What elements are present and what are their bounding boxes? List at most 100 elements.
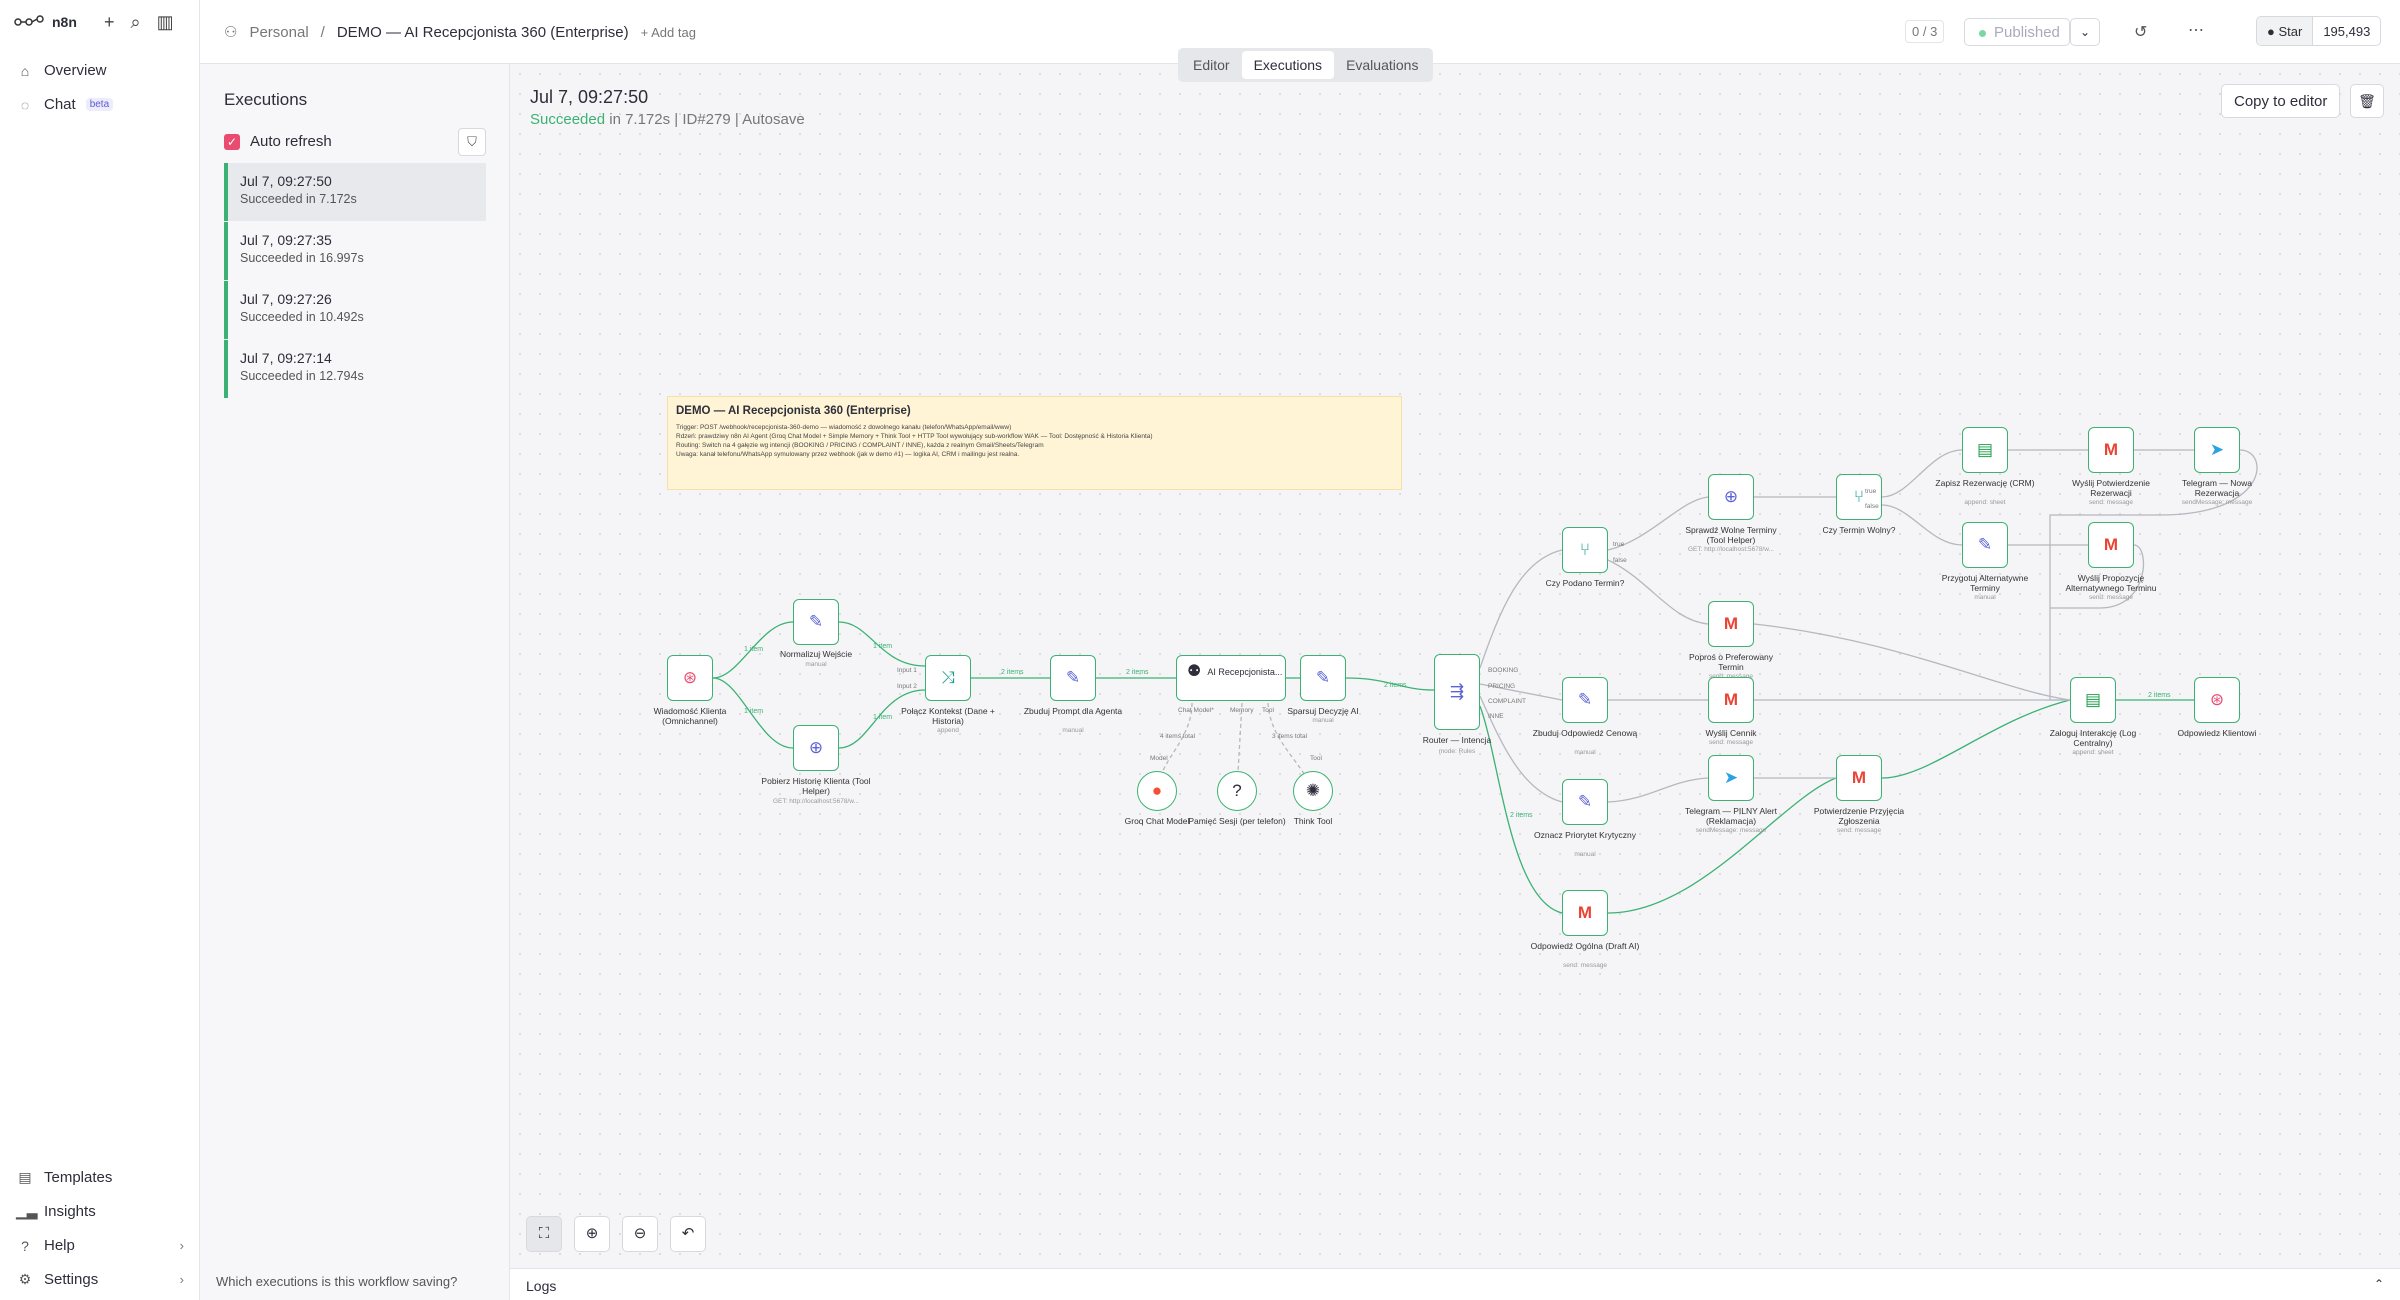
publish-dropdown[interactable]: ⌄ (2070, 18, 2100, 46)
published-button[interactable]: Published (1964, 18, 2070, 46)
reset-zoom-button[interactable]: ↶ (670, 1216, 706, 1252)
webhook-node[interactable]: ⊛ (667, 655, 713, 701)
add-tag-button[interactable]: + Add tag (641, 25, 696, 40)
send-confirmation-node[interactable]: M (2088, 427, 2134, 473)
execution-time: Jul 7, 09:27:26 (240, 291, 332, 307)
zoom-in-button[interactable]: ⊕ (574, 1216, 610, 1252)
merge-node[interactable]: ⤨ (925, 655, 971, 701)
general-reply-node[interactable]: M (1562, 890, 1608, 936)
tab-editor[interactable]: Editor (1181, 51, 1242, 79)
auto-refresh-toggle[interactable]: ✓ Auto refresh (224, 133, 332, 150)
node-subtitle: manual (805, 661, 827, 668)
node-label: Sparsuj Decyzję AI (1287, 706, 1359, 716)
more-icon[interactable]: ⋯ (2188, 20, 2204, 40)
tab-executions[interactable]: Executions (1241, 51, 1335, 79)
sidebar-item-help[interactable]: ? Help › (10, 1231, 190, 1260)
edge-label: 1 item (873, 714, 893, 721)
execution-item[interactable]: Jul 7, 09:27:35 Succeeded in 16.997s (224, 222, 486, 280)
prepare-alternatives-node[interactable]: ✎ (1962, 522, 2008, 568)
edge-label: 3 items total (1272, 733, 1308, 740)
execution-item[interactable]: Jul 7, 09:27:50 Succeeded in 7.172s (224, 163, 486, 221)
zoom-out-button[interactable]: ⊖ (622, 1216, 658, 1252)
github-star-count: 195,493 (2323, 24, 2371, 39)
ai-agent-node[interactable]: ⚉ AI Recepcjonista... (1176, 655, 1286, 701)
execution-item[interactable]: Jul 7, 09:27:26 Succeeded in 10.492s (224, 281, 486, 339)
prompt-node[interactable]: ✎ (1050, 655, 1096, 701)
edge-label: false (1613, 557, 1627, 564)
chevron-right-icon: › (179, 1238, 184, 1253)
status-dot (1979, 30, 1986, 37)
groq-node[interactable]: ● (1137, 771, 1177, 811)
sidebar-item-label: Chat (44, 96, 76, 113)
if-icon: ⑂ (1853, 487, 1865, 506)
note-line: Routing: Switch na 4 gałęzie wg intencji… (676, 442, 1044, 449)
node-label: Zbuduj Prompt dla Agenta (1023, 706, 1123, 716)
telegram-alert-node[interactable]: ➤ (1708, 755, 1754, 801)
check-slots-node[interactable]: ⊕ (1708, 474, 1754, 520)
sidebar-item-templates[interactable]: ▤ Templates (10, 1163, 190, 1192)
sticky-note[interactable]: DEMO — AI Recepcjonista 360 (Enterprise)… (667, 396, 1402, 490)
sidebar-item-chat[interactable]: ◌ Chat beta (10, 90, 190, 119)
checkbox-checked-icon[interactable]: ✓ (224, 133, 240, 150)
edge-label: Chat Model* (1178, 707, 1214, 714)
execution-item[interactable]: Jul 7, 09:27:14 Succeeded in 12.794s (224, 340, 486, 398)
n8n-logo-icon (14, 15, 44, 26)
memory-node[interactable]: ? (1217, 771, 1257, 811)
confirm-report-node[interactable]: M (1836, 755, 1882, 801)
add-icon[interactable]: + (104, 12, 115, 33)
send-alternative-node[interactable]: M (2088, 522, 2134, 568)
if-term-node[interactable]: ⑂ (1562, 527, 1608, 573)
execution-status: Succeeded in 10.492s (240, 310, 364, 324)
github-star-button[interactable]: ● Star 195,493 (2256, 16, 2382, 46)
workflow-name[interactable]: DEMO — AI Recepcjonista 360 (Enterprise) (337, 24, 629, 41)
sidebar-item-insights[interactable]: ▁▃ Insights (10, 1197, 190, 1226)
fit-view-button[interactable]: ⛶ (526, 1216, 562, 1252)
history-node[interactable]: ⊕ (793, 725, 839, 771)
save-reservation-node[interactable]: ▤ (1962, 427, 2008, 473)
copy-to-editor-button[interactable]: Copy to editor (2221, 84, 2341, 118)
execution-status: Succeeded in 16.997s (240, 251, 364, 265)
user-icon: ⚇ (224, 24, 238, 41)
edge-label: PRICING (1488, 683, 1516, 690)
tab-evaluations[interactable]: Evaluations (1334, 51, 1430, 79)
think-tool-node[interactable]: ✺ (1293, 771, 1333, 811)
edit-icon: ✎ (808, 612, 824, 631)
question-icon: ? (1232, 781, 1242, 800)
note-line: Trigger: POST /webhook/recepcjonista-360… (676, 424, 1012, 431)
which-executions-saving[interactable]: Which executions is this workflow saving… (216, 1274, 548, 1290)
normalize-node[interactable]: ✎ (793, 599, 839, 645)
edge-label: 1 item (744, 646, 764, 653)
n8n-logo[interactable]: n8n (14, 14, 77, 30)
telegram-new-node[interactable]: ➤ (2194, 427, 2240, 473)
node-label: AI Recepcjonista... (1207, 667, 1283, 677)
if-free-node[interactable]: ⑂ (1836, 474, 1882, 520)
sidebar-item-label: Help (44, 1237, 75, 1254)
collapse-sidebar-icon[interactable]: ▥ (157, 12, 174, 33)
node-subtitle: manual (1312, 717, 1334, 724)
filter-button[interactable]: ⛉ (458, 128, 486, 156)
respond-node[interactable]: ⊛ (2194, 677, 2240, 723)
chevron-up-icon[interactable]: ⌃ (2374, 1277, 2384, 1291)
logs-panel[interactable]: Logs ⌃ (510, 1268, 2400, 1300)
sidebar-item-overview[interactable]: ⌂ Overview (10, 56, 190, 85)
parse-node[interactable]: ✎ (1300, 655, 1346, 701)
node-label: Pobierz Historię Klienta (Tool Helper) (761, 776, 871, 796)
search-icon[interactable]: ⌕ (131, 12, 141, 33)
edge-label: 2 items (1510, 812, 1533, 819)
router-node[interactable]: ⇶ (1434, 654, 1480, 730)
history-icon[interactable]: ↺ (2134, 22, 2147, 42)
ask-preferred-node[interactable]: M (1708, 601, 1754, 647)
if-icon: ⑂ (1579, 540, 1591, 559)
mark-priority-node[interactable]: ✎ (1562, 779, 1608, 825)
send-price-node[interactable]: M (1708, 677, 1754, 723)
executions-title: Executions (224, 90, 308, 109)
sidebar-item-settings[interactable]: ⚙ Settings › (10, 1265, 190, 1294)
note-line: Rdzeń: prawdziwy n8n AI Agent (Groq Chat… (676, 433, 1153, 440)
delete-execution-button[interactable]: 🗑 (2350, 84, 2384, 118)
breadcrumb-project[interactable]: Personal (249, 24, 308, 41)
auto-refresh-label: Auto refresh (250, 133, 332, 150)
build-price-node[interactable]: ✎ (1562, 677, 1608, 723)
log-interaction-node[interactable]: ▤ (2070, 677, 2116, 723)
node-label: Przygotuj Alternatywne Terminy (1941, 573, 2029, 593)
node-label: Zaloguj Interakcję (Log Centralny) (2049, 728, 2137, 748)
